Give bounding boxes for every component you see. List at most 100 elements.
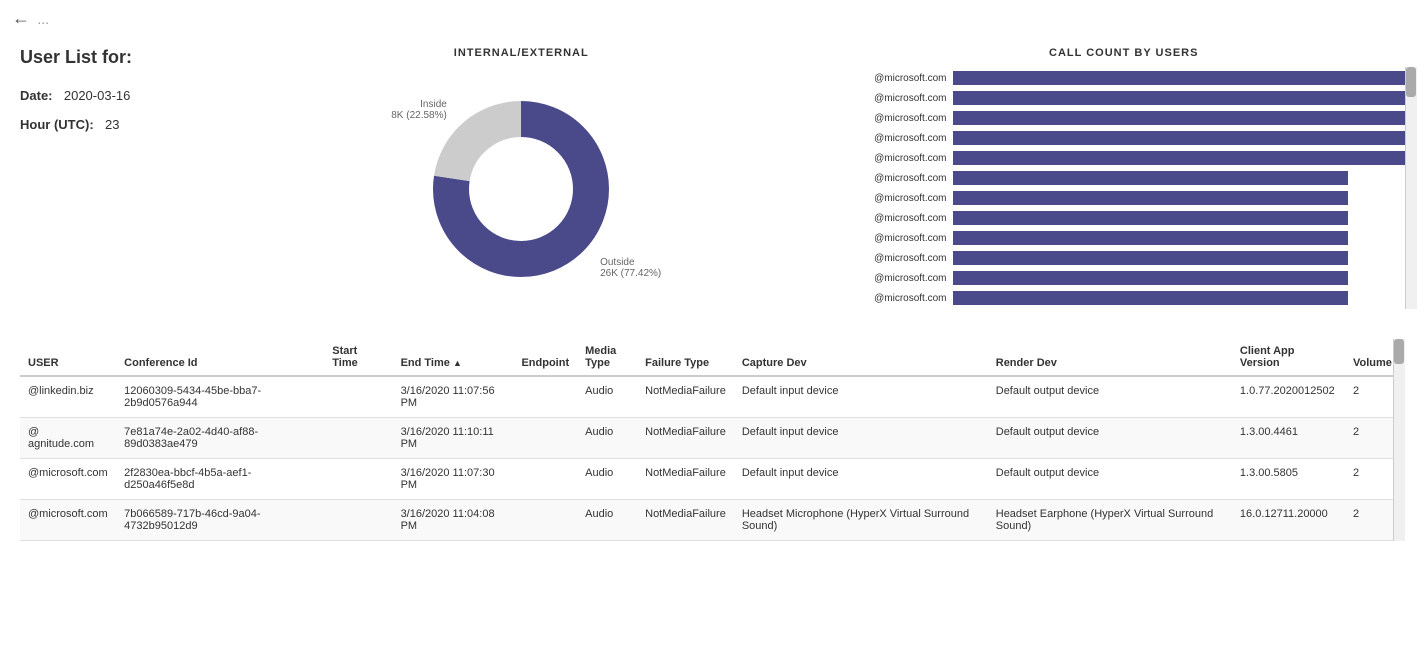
bar-row: @microsoft.com8: [843, 109, 1406, 127]
bar-fill: [953, 291, 1349, 305]
th-start_time[interactable]: Start Time: [324, 339, 392, 376]
cell-render_dev: Default output device: [988, 376, 1232, 418]
cell-capture_dev: Default input device: [734, 376, 988, 418]
th-client_app_version[interactable]: Client App Version: [1232, 339, 1345, 376]
th-endpoint[interactable]: Endpoint: [513, 339, 577, 376]
bar-label: @microsoft.com: [843, 93, 953, 104]
th-failure_type[interactable]: Failure Type: [637, 339, 734, 376]
cell-user: @linkedin.biz: [20, 376, 116, 418]
page-title: User List for:: [20, 47, 240, 68]
bar-label: @microsoft.com: [843, 293, 953, 304]
cell-endpoint: [513, 418, 577, 459]
bar-fill: [953, 91, 1406, 105]
bar-row: @microsoft.com8: [843, 149, 1406, 167]
data-table: USERConference IdStart TimeEnd Time ▲End…: [20, 339, 1405, 541]
bar-label: @microsoft.com: [843, 253, 953, 264]
th-user[interactable]: USER: [20, 339, 116, 376]
bar-fill: [953, 151, 1406, 165]
bar-fill: [953, 131, 1406, 145]
bar-fill: [953, 111, 1406, 125]
bar-chart-title: CALL COUNT BY USERS: [843, 47, 1406, 59]
bar-label: @microsoft.com: [843, 153, 953, 164]
bar-label: @microsoft.com: [843, 273, 953, 284]
cell-client_app_version: 1.0.77.2020012502: [1232, 376, 1345, 418]
bar-row: @microsoft.com7: [843, 209, 1406, 227]
cell-render_dev: Default output device: [988, 418, 1232, 459]
donut-chart-title: INTERNAL/EXTERNAL: [454, 47, 589, 59]
cell-conference_id: 12060309-5434-45be-bba7-2b9d0576a944: [116, 376, 324, 418]
cell-conference_id: 7e81a74e-2a02-4d40-af88-89d0383ae479: [116, 418, 324, 459]
cell-capture_dev: Default input device: [734, 459, 988, 500]
cell-render_dev: Headset Earphone (HyperX Virtual Surroun…: [988, 500, 1232, 541]
cell-endpoint: [513, 459, 577, 500]
bar-row: @microsoft.com7: [843, 169, 1406, 187]
bar-fill: [953, 71, 1406, 85]
cell-conference_id: 2f2830ea-bbcf-4b5a-aef1-d250a46f5e8d: [116, 459, 324, 500]
cell-start_time: [324, 376, 392, 418]
bar-fill: [953, 271, 1349, 285]
bar-label: @microsoft.com: [843, 173, 953, 184]
cell-capture_dev: Default input device: [734, 418, 988, 459]
bar-chart-scrollbar[interactable]: [1405, 67, 1417, 309]
cell-media_type: Audio: [577, 500, 637, 541]
cell-end_time: 3/16/2020 11:04:08 PM: [393, 500, 514, 541]
hour-value: 23: [105, 117, 119, 132]
bar-row: @microsoft.com7: [843, 229, 1406, 247]
cell-end_time: 3/16/2020 11:07:56 PM: [393, 376, 514, 418]
info-panel: User List for: Date: 2020-03-16 Hour (UT…: [20, 37, 240, 319]
bar-row: @microsoft.com7: [843, 189, 1406, 207]
cell-endpoint: [513, 500, 577, 541]
donut-outside-label: Outside 26K (77.42%): [600, 257, 661, 279]
cell-media_type: Audio: [577, 418, 637, 459]
bar-row: @microsoft.com8: [843, 129, 1406, 147]
bar-label: @microsoft.com: [843, 113, 953, 124]
cell-client_app_version: 16.0.12711.20000: [1232, 500, 1345, 541]
bar-row: @microsoft.com7: [843, 249, 1406, 267]
table-row: @ agnitude.com7e81a74e-2a02-4d40-af88-89…: [20, 418, 1405, 459]
th-media_type[interactable]: Media Type: [577, 339, 637, 376]
table-row: @microsoft.com7b066589-717b-46cd-9a04-47…: [20, 500, 1405, 541]
cell-failure_type: NotMediaFailure: [637, 418, 734, 459]
table-scrollbar[interactable]: [1393, 339, 1405, 541]
cell-failure_type: NotMediaFailure: [637, 376, 734, 418]
breadcrumb-ellipsis: ...: [37, 11, 49, 27]
bar-chart-container: @microsoft.com8@microsoft.com8@microsoft…: [843, 67, 1406, 309]
table-section: USERConference IdStart TimeEnd Time ▲End…: [20, 339, 1405, 541]
table-row: @microsoft.com2f2830ea-bbcf-4b5a-aef1-d2…: [20, 459, 1405, 500]
th-conference_id[interactable]: Conference Id: [116, 339, 324, 376]
cell-failure_type: NotMediaFailure: [637, 500, 734, 541]
bar-label: @microsoft.com: [843, 213, 953, 224]
donut-chart-section: INTERNAL/EXTERNAL Inside 8K (22.58%): [240, 37, 803, 319]
bar-label: @microsoft.com: [843, 233, 953, 244]
cell-client_app_version: 1.3.00.5805: [1232, 459, 1345, 500]
bar-fill: [953, 191, 1349, 205]
date-label: Date:: [20, 88, 53, 103]
bar-fill: [953, 171, 1349, 185]
bar-label: @microsoft.com: [843, 133, 953, 144]
cell-start_time: [324, 418, 392, 459]
bar-fill: [953, 231, 1349, 245]
cell-start_time: [324, 500, 392, 541]
cell-conference_id: 7b066589-717b-46cd-9a04-4732b95012d9: [116, 500, 324, 541]
donut-inside-label: Inside 8K (22.58%): [391, 99, 447, 121]
date-value: 2020-03-16: [64, 88, 131, 103]
bar-row: @microsoft.com7: [843, 269, 1406, 287]
cell-media_type: Audio: [577, 459, 637, 500]
back-button[interactable]: ←: [12, 8, 30, 29]
table-header: USERConference IdStart TimeEnd Time ▲End…: [20, 339, 1405, 376]
th-end_time[interactable]: End Time ▲: [393, 339, 514, 376]
cell-endpoint: [513, 376, 577, 418]
bar-label: @microsoft.com: [843, 193, 953, 204]
donut-chart-svg: [421, 89, 621, 289]
cell-capture_dev: Headset Microphone (HyperX Virtual Surro…: [734, 500, 988, 541]
table-body: @linkedin.biz12060309-5434-45be-bba7-2b9…: [20, 376, 1405, 541]
cell-user: @microsoft.com: [20, 459, 116, 500]
bar-label: @microsoft.com: [843, 73, 953, 84]
cell-media_type: Audio: [577, 376, 637, 418]
bar-fill: [953, 251, 1349, 265]
cell-failure_type: NotMediaFailure: [637, 459, 734, 500]
th-capture_dev[interactable]: Capture Dev: [734, 339, 988, 376]
cell-end_time: 3/16/2020 11:07:30 PM: [393, 459, 514, 500]
th-render_dev[interactable]: Render Dev: [988, 339, 1232, 376]
bar-chart-scroll-thumb: [1406, 67, 1416, 97]
